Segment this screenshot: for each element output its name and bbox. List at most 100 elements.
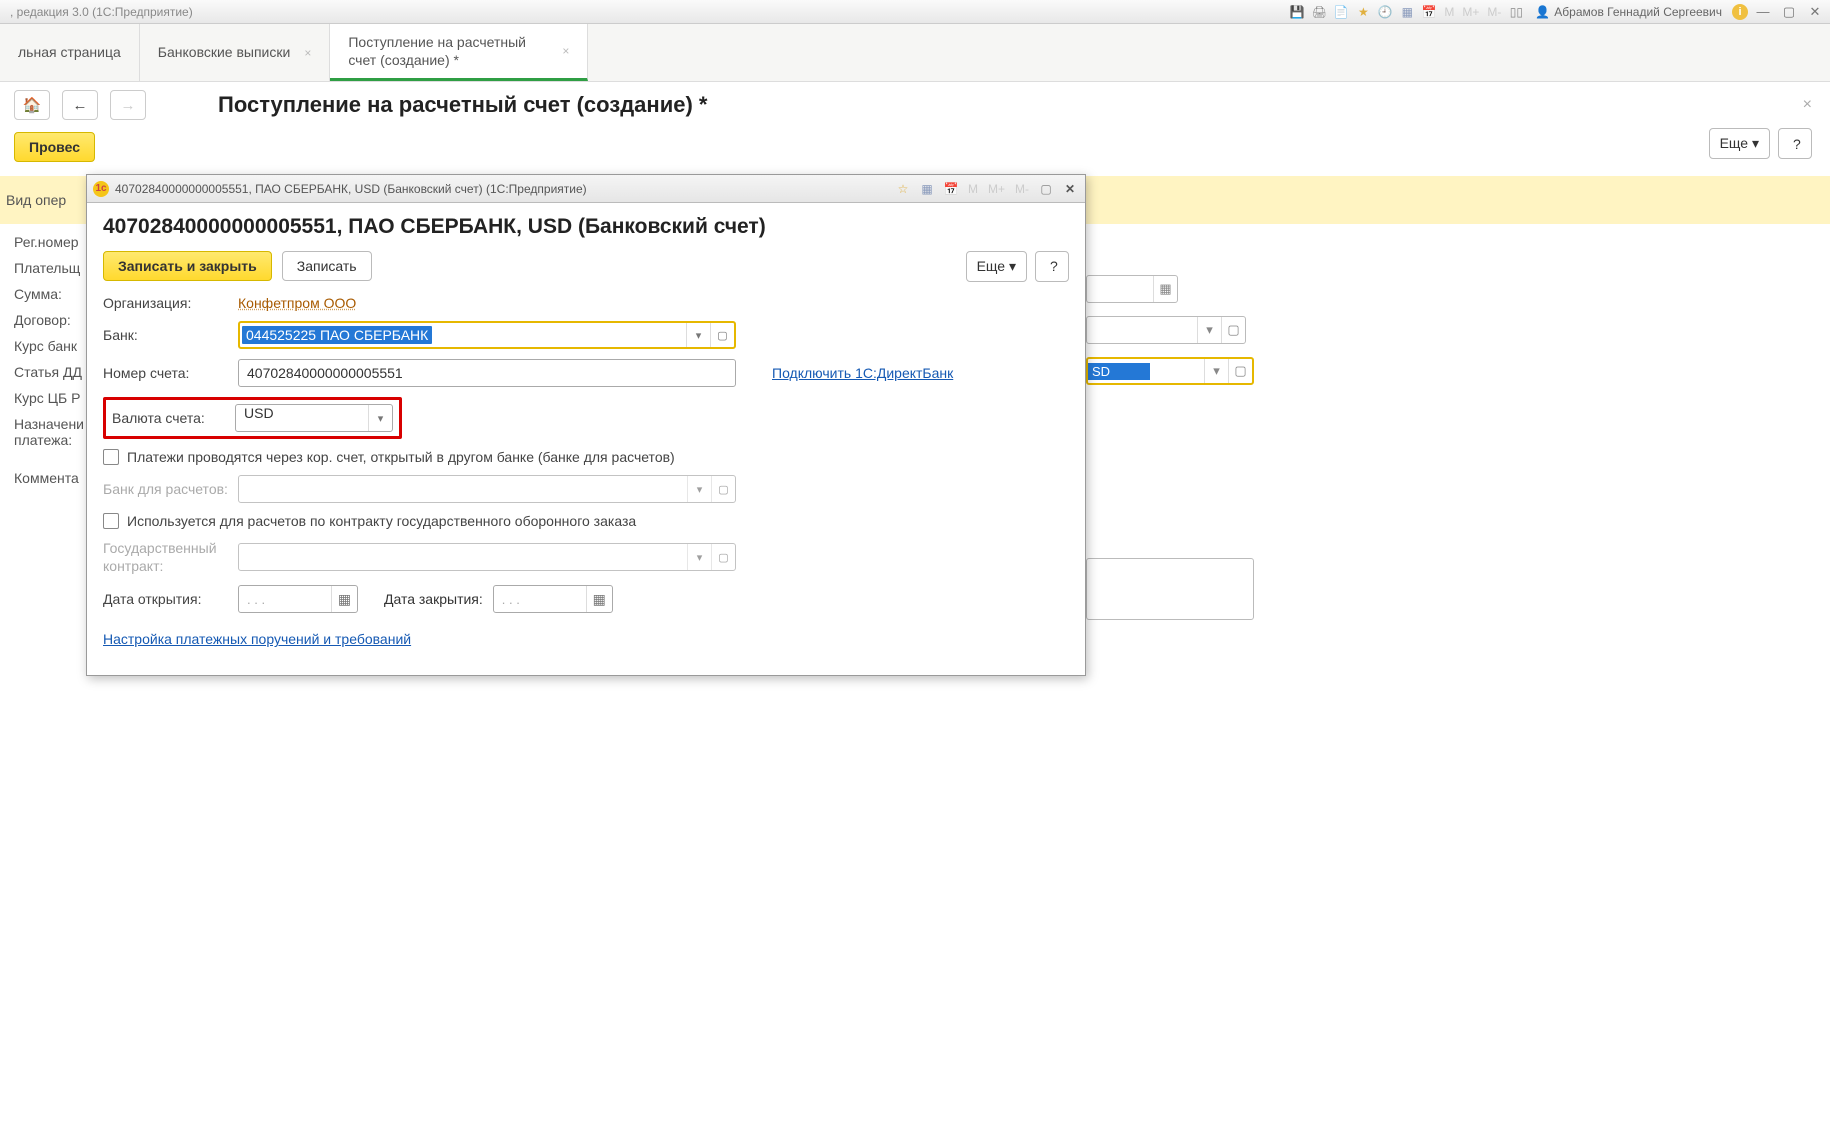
- save-and-close-button[interactable]: Записать и закрыть: [103, 251, 272, 281]
- date-open-label: Дата открытия:: [103, 591, 228, 607]
- more-label: Еще: [1720, 135, 1749, 151]
- bg-label-payer: Плательщ: [14, 260, 94, 276]
- calendar-icon[interactable]: 📅: [1420, 3, 1438, 21]
- date-close-label: Дата закрытия:: [384, 591, 483, 607]
- panels-icon[interactable]: ▯▯: [1507, 3, 1525, 21]
- back-button[interactable]: ←: [62, 90, 98, 120]
- m-button[interactable]: M: [1442, 5, 1456, 19]
- maximize-button[interactable]: ▢: [1778, 3, 1800, 21]
- open-icon[interactable]: ▢: [711, 476, 735, 502]
- print-icon[interactable]: 🖨: [1310, 3, 1328, 21]
- help-button[interactable]: ?: [1778, 128, 1812, 159]
- user-name: Абрамов Геннадий Сергеевич: [1554, 5, 1722, 19]
- open-icon[interactable]: ▢: [1221, 317, 1245, 343]
- calendar-icon[interactable]: ▦: [1153, 276, 1177, 302]
- state-contract-field-label: Государственный контракт:: [103, 539, 228, 575]
- chevron-down-icon[interactable]: ▾: [687, 544, 711, 570]
- window-restore-icon[interactable]: ▢: [1037, 180, 1055, 198]
- m-minus-button[interactable]: M-: [1485, 5, 1503, 19]
- corr-account-checkbox[interactable]: [103, 449, 119, 465]
- calendar-icon[interactable]: ▦: [331, 586, 357, 612]
- date-close-value: . . .: [494, 592, 586, 607]
- currency-highlight-box: Валюта счета: USD ▾: [103, 397, 402, 439]
- tab-receipt-create[interactable]: Поступление на расчетный счет (создание)…: [330, 24, 588, 81]
- home-button[interactable]: 🏠: [14, 90, 50, 120]
- bg-label-bank-rate: Курс банк: [14, 338, 94, 354]
- star-icon[interactable]: ☆: [894, 180, 912, 198]
- m-plus-button[interactable]: M+: [986, 182, 1007, 196]
- save-icon[interactable]: 💾: [1288, 3, 1306, 21]
- organization-label: Организация:: [103, 295, 228, 311]
- dialog-more-button[interactable]: Еще ▾: [966, 251, 1027, 282]
- date-open-value: . . .: [239, 592, 331, 607]
- tab-label: льная страница: [18, 43, 121, 61]
- chevron-down-icon[interactable]: ▾: [368, 405, 392, 431]
- save-button[interactable]: Записать: [282, 251, 372, 281]
- chevron-down-icon[interactable]: ▾: [1204, 359, 1228, 383]
- calendar-icon[interactable]: 📅: [942, 180, 960, 198]
- tab-home[interactable]: льная страница: [0, 24, 140, 81]
- info-icon[interactable]: i: [1732, 4, 1748, 20]
- state-contract-label: Используется для расчетов по контракту г…: [127, 513, 636, 529]
- minimize-button[interactable]: —: [1752, 3, 1774, 21]
- app-title-text: , редакция 3.0 (1С:Предприятие): [4, 5, 193, 19]
- page-header-row: 🏠 ← → Поступление на расчетный счет (соз…: [0, 82, 1830, 128]
- chevron-down-icon[interactable]: ▾: [1197, 317, 1221, 343]
- chevron-down-icon[interactable]: ▾: [686, 323, 710, 347]
- m-button[interactable]: M: [966, 182, 980, 196]
- dialog-help-button[interactable]: ?: [1035, 251, 1069, 282]
- bg-label-reg-number: Рег.номер: [14, 234, 94, 250]
- doc-icon[interactable]: 📄: [1332, 3, 1350, 21]
- page-close-icon[interactable]: ×: [1803, 96, 1812, 114]
- star-icon[interactable]: ★: [1354, 3, 1372, 21]
- more-label: Еще: [977, 258, 1006, 274]
- bank-select[interactable]: 044525225 ПАО СБЕРБАНК ▾ ▢: [238, 321, 736, 349]
- state-contract-select[interactable]: ▾ ▢: [238, 543, 736, 571]
- dialog-titlebar: 1c 40702840000000005551, ПАО СБЕРБАНК, U…: [87, 175, 1085, 203]
- calculator-icon[interactable]: ▦: [918, 180, 936, 198]
- tab-bank-statements[interactable]: Банковские выписки ×: [140, 24, 331, 81]
- directbank-link[interactable]: Подключить 1С:ДиректБанк: [772, 365, 953, 381]
- account-number-label: Номер счета:: [103, 365, 228, 381]
- open-icon[interactable]: ▢: [1228, 359, 1252, 383]
- user-indicator[interactable]: 👤 Абрамов Геннадий Сергеевич: [1529, 5, 1728, 19]
- bank-label: Банк:: [103, 327, 228, 343]
- state-contract-checkbox[interactable]: [103, 513, 119, 529]
- dialog-header: 40702840000000005551, ПАО СБЕРБАНК, USD …: [103, 215, 1069, 239]
- forward-button[interactable]: →: [110, 90, 146, 120]
- open-icon[interactable]: ▢: [711, 544, 735, 570]
- date-close-input[interactable]: . . . ▦: [493, 585, 613, 613]
- bank-account-dialog: 1c 40702840000000005551, ПАО СБЕРБАНК, U…: [86, 174, 1086, 676]
- close-icon[interactable]: ×: [304, 46, 311, 60]
- bg-date-input[interactable]: ▦: [1086, 275, 1178, 303]
- tabstrip: льная страница Банковские выписки × Пост…: [0, 24, 1830, 82]
- date-open-input[interactable]: . . . ▦: [238, 585, 358, 613]
- more-button[interactable]: Еще ▾: [1709, 128, 1770, 159]
- payment-settings-link[interactable]: Настройка платежных поручений и требован…: [103, 631, 411, 647]
- organization-value[interactable]: Конфетпром ООО: [238, 295, 356, 311]
- account-number-input[interactable]: [238, 359, 736, 387]
- app-titlebar: , редакция 3.0 (1С:Предприятие) 💾 🖨 📄 ★ …: [0, 0, 1830, 24]
- dialog-title-text: 40702840000000005551, ПАО СБЕРБАНК, USD …: [115, 182, 888, 196]
- open-icon[interactable]: ▢: [710, 323, 734, 347]
- tab-label: Поступление на расчетный счет (создание)…: [348, 33, 548, 69]
- bg-account-select[interactable]: SD ▾▢: [1086, 357, 1254, 385]
- calculator-icon[interactable]: ▦: [1398, 3, 1416, 21]
- bg-textarea[interactable]: [1086, 558, 1254, 620]
- bg-label-dds: Статья ДД: [14, 364, 94, 380]
- m-minus-button[interactable]: M-: [1013, 182, 1031, 196]
- currency-select[interactable]: USD ▾: [235, 404, 393, 432]
- close-button[interactable]: ✕: [1804, 3, 1826, 21]
- settlement-bank-select[interactable]: ▾ ▢: [238, 475, 736, 503]
- close-icon[interactable]: ×: [562, 44, 569, 58]
- page-title: Поступление на расчетный счет (создание)…: [218, 92, 707, 118]
- bg-label-purpose1: Назначени: [14, 416, 94, 432]
- chevron-down-icon[interactable]: ▾: [687, 476, 711, 502]
- close-icon[interactable]: ✕: [1061, 180, 1079, 198]
- m-plus-button[interactable]: M+: [1460, 5, 1481, 19]
- clock-icon[interactable]: 🕘: [1376, 3, 1394, 21]
- calendar-icon[interactable]: ▦: [586, 586, 612, 612]
- page-actions: Провес Еще ▾ ?: [0, 128, 1830, 170]
- post-button[interactable]: Провес: [14, 132, 95, 162]
- bg-select-1[interactable]: ▾▢: [1086, 316, 1246, 344]
